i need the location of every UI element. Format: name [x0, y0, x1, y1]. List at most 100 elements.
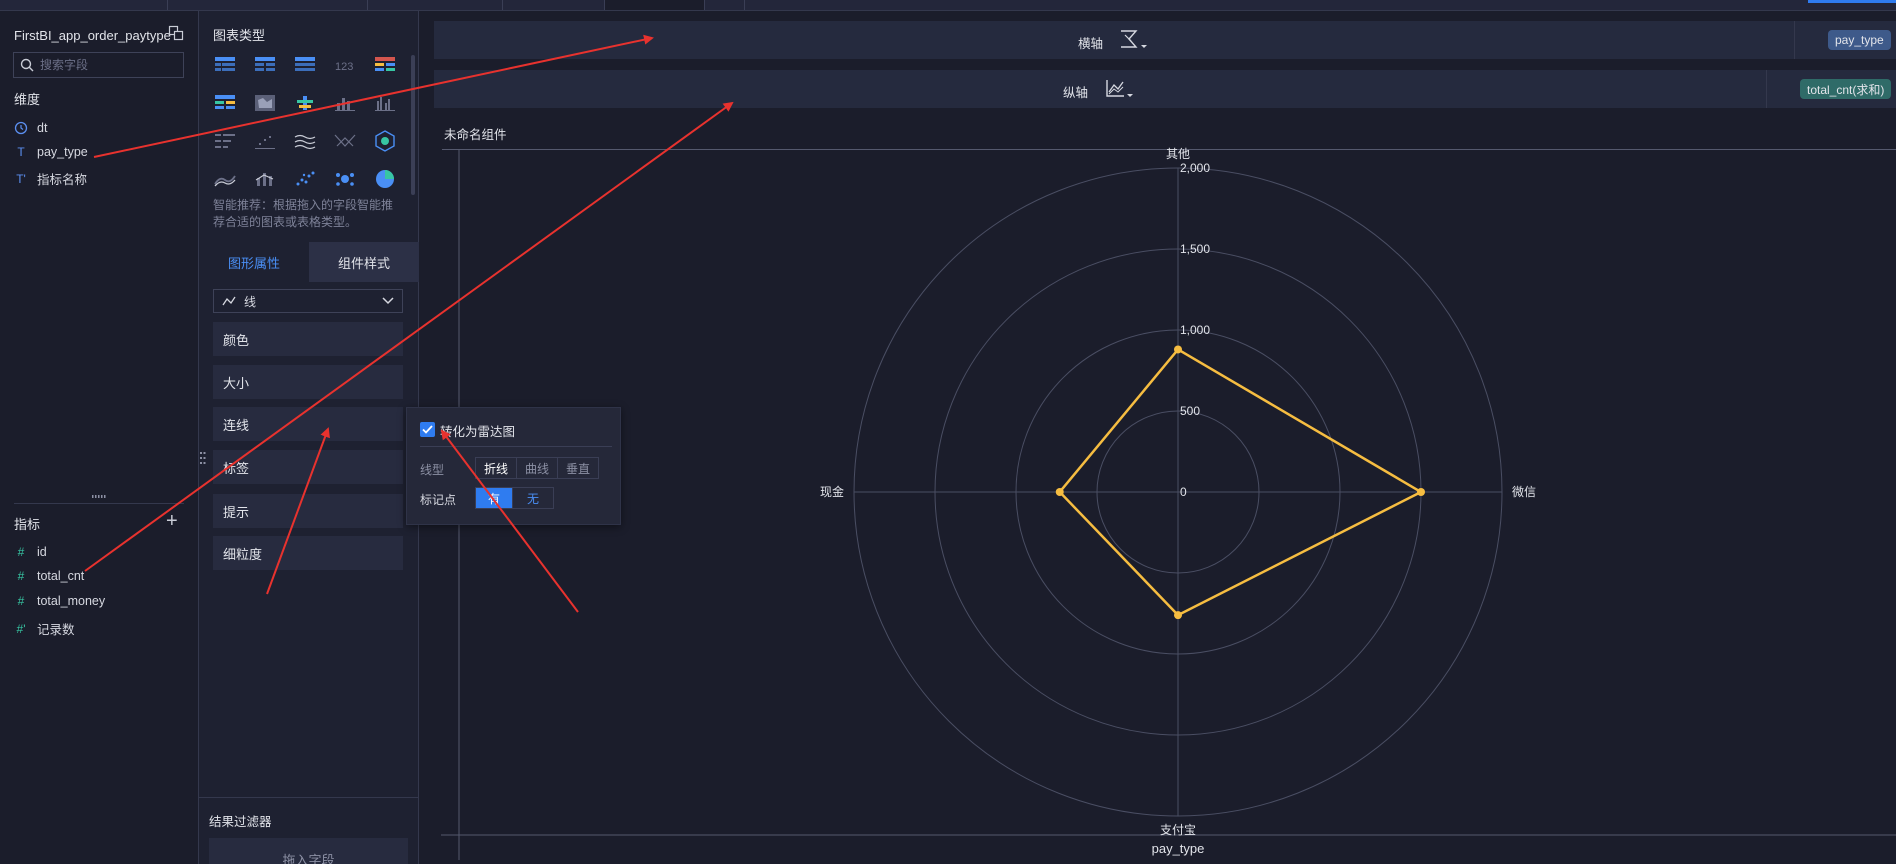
top-tab[interactable] [0, 0, 168, 10]
prop-tooltip[interactable]: 提示 [213, 494, 403, 528]
mark-type-select[interactable]: 线 [213, 289, 403, 313]
detail-table-icon[interactable] [293, 53, 317, 77]
cross-table-icon[interactable] [253, 53, 277, 77]
field-panel: FirstBI_app_order_paytype 维度 dt T pay_ty… [0, 11, 199, 864]
line-type-label: 线型 [420, 463, 445, 477]
field-search [13, 52, 184, 78]
prop-connect-line[interactable]: 连线 [213, 407, 403, 441]
heat-table-icon[interactable] [213, 91, 237, 115]
chart-types-title: 图表类型 [213, 28, 266, 43]
top-tab[interactable] [168, 0, 368, 10]
dimensions-heading: 维度 [14, 92, 41, 107]
prop-color[interactable]: 颜色 [213, 322, 403, 356]
search-input[interactable] [40, 58, 170, 72]
axis-chart-type-icon[interactable] [1106, 79, 1136, 99]
radar-checkbox-label: 转化为雷达图 [440, 425, 516, 439]
primary-action-edge[interactable] [1808, 0, 1896, 3]
dataset-name: FirstBI_app_order_paytype [14, 28, 171, 43]
map-icon[interactable] [253, 91, 277, 115]
splitter-grip[interactable] [200, 452, 206, 464]
y-axis-label: 纵轴 [1063, 86, 1089, 100]
text-type-icon: T' [16, 171, 26, 186]
table-icon[interactable] [213, 53, 237, 77]
field-item-total_money[interactable]: # total_money [14, 594, 105, 608]
bar-combo-icon[interactable] [293, 91, 317, 115]
tab-component-style[interactable]: 组件样式 [309, 242, 419, 282]
x-axis-field-pill[interactable]: pay_type [1828, 30, 1891, 50]
top-tab-strip [0, 0, 1896, 11]
prop-label[interactable]: 标签 [213, 450, 403, 484]
top-tab[interactable] [503, 0, 605, 10]
switch-dataset-icon[interactable] [168, 25, 184, 41]
filter-drop-zone[interactable]: 拖入字段 [209, 838, 408, 864]
field-item-metric-name[interactable]: T' 指标名称 [14, 169, 87, 188]
text-type-icon: T [17, 145, 25, 159]
divider [1794, 21, 1795, 59]
chart-types-scrollbar[interactable] [411, 55, 415, 195]
mark-type-value: 线 [244, 294, 257, 309]
multi-line-icon[interactable] [293, 129, 317, 153]
top-tab[interactable] [705, 0, 745, 10]
column-line-icon[interactable] [253, 167, 277, 191]
divider [420, 446, 612, 447]
check-icon [422, 425, 433, 434]
area-chart-icon[interactable] [213, 167, 237, 191]
color-table-icon[interactable] [373, 53, 397, 77]
component-title: 未命名组件 [444, 128, 507, 142]
tab-graph-properties[interactable]: 图形属性 [199, 242, 309, 282]
divider [1766, 70, 1767, 108]
field-item-total_cnt[interactable]: # total_cnt [14, 569, 85, 583]
divider [14, 503, 184, 504]
line-type-segmented: 折线 曲线 垂直 [475, 457, 600, 479]
pie-chart-icon[interactable] [373, 167, 397, 191]
add-measure-button[interactable]: + [166, 511, 178, 531]
app-root: FirstBI_app_order_paytype 维度 dt T pay_ty… [0, 0, 1896, 864]
radar-badge-icon[interactable] [373, 129, 397, 153]
svg-text:123: 123 [335, 61, 353, 73]
field-item-record-count[interactable]: #' 记录数 [14, 619, 75, 638]
search-icon [20, 58, 34, 72]
top-tab-active[interactable] [605, 0, 705, 10]
number-type-icon: #' [16, 621, 26, 636]
kpi-number-icon[interactable]: 123 [333, 53, 357, 77]
y-axis-field-pill[interactable]: total_cnt(求和) [1800, 79, 1892, 99]
field-item-pay_type[interactable]: T pay_type [14, 145, 88, 159]
field-item-dt[interactable]: dt [14, 121, 47, 135]
top-tab[interactable] [368, 0, 503, 10]
connect-line-popover: 转化为雷达图 线型 折线 曲线 垂直 标记点 有 无 [406, 407, 621, 525]
measures-heading: 指标 [14, 517, 41, 532]
field-label: total_cnt [37, 569, 85, 583]
smart-recommend-hint: 智能推荐：根据拖入的字段智能推荐合适的图表或表格类型。 [213, 198, 394, 229]
chart-config-panel: 图表类型 123 智能推荐：根据拖入的字段智能推荐合适的图表或表格类型。 图形属… [199, 11, 419, 864]
column-chart-icon[interactable] [333, 91, 357, 115]
field-label: pay_type [37, 145, 88, 159]
axis-chart-type-icon[interactable] [1120, 30, 1150, 50]
range-area-icon[interactable] [333, 129, 357, 153]
result-filter-title: 结果过滤器 [209, 815, 272, 829]
scatter-chart-icon[interactable] [293, 167, 317, 191]
line-type-curve[interactable]: 曲线 [517, 458, 559, 478]
scatter-simple-icon[interactable] [253, 129, 277, 153]
y-axis-shelf[interactable]: 纵轴 total_cnt(求和) [434, 70, 1896, 108]
divider [199, 797, 419, 798]
chart-area [442, 149, 1896, 864]
field-item-id[interactable]: # id [14, 545, 47, 559]
prop-size[interactable]: 大小 [213, 365, 403, 399]
clock-icon [14, 121, 28, 135]
field-label: id [37, 545, 47, 559]
line-type-polyline[interactable]: 折线 [476, 458, 518, 478]
marker-off[interactable]: 无 [513, 488, 553, 508]
field-label: dt [37, 121, 48, 135]
grouped-column-icon[interactable] [373, 91, 397, 115]
chart-type-grid: 123 [213, 53, 403, 191]
bubble-chart-icon[interactable] [333, 167, 357, 191]
prop-granularity[interactable]: 细粒度 [213, 536, 403, 570]
line-type-vertical[interactable]: 垂直 [558, 458, 598, 478]
x-axis-shelf[interactable]: 横轴 pay_type [434, 21, 1896, 59]
funnel-table-icon[interactable] [213, 129, 237, 153]
line-mark-icon [222, 296, 236, 306]
property-tabs: 图形属性 组件样式 [199, 242, 419, 282]
marker-on[interactable]: 有 [476, 488, 514, 508]
radar-checkbox[interactable] [420, 422, 435, 437]
panel-resize-handle[interactable] [92, 494, 106, 500]
